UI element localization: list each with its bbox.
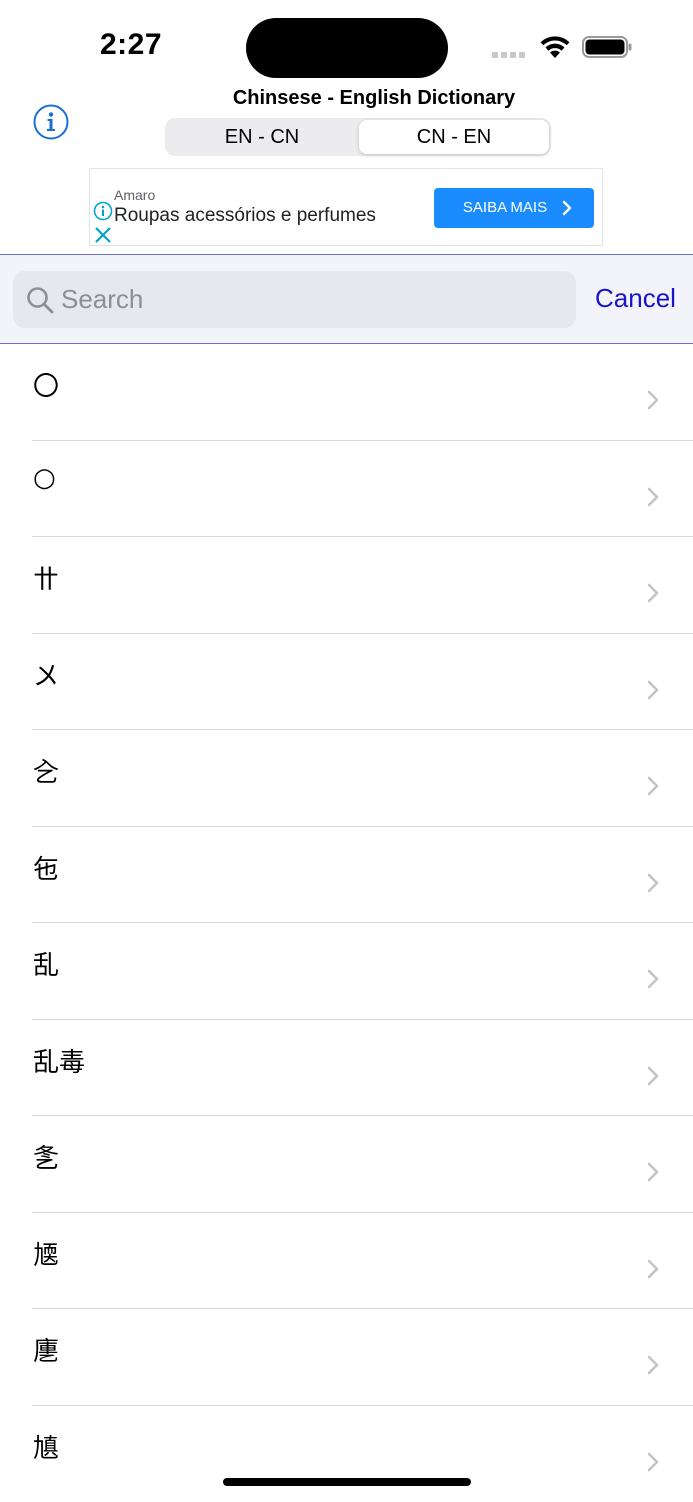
home-indicator[interactable] [223, 1478, 471, 1486]
ad-text: Roupas acessórios e perfumes [114, 205, 376, 227]
list-item[interactable]: 㐌 [0, 827, 693, 924]
list-item[interactable]: 乱毒 [0, 1020, 693, 1117]
chevron-right-icon [646, 1065, 660, 1087]
chevron-right-icon [646, 1354, 660, 1376]
search-field[interactable] [13, 271, 576, 328]
list-item[interactable]: 乱 [0, 923, 693, 1020]
dynamic-island [246, 18, 448, 78]
chevron-right-icon [646, 872, 660, 894]
app-title: Chinsese - English Dictionary [164, 87, 584, 110]
list-item[interactable]: 〹 [0, 537, 693, 634]
word-list: 〇 ○ 〹 〤 㐈 㐌 乱 乱毒 㐑 㐡 [0, 344, 693, 1502]
ad-info-icon[interactable] [93, 201, 113, 221]
list-item-label: 㐈 [33, 752, 59, 789]
list-item-label: 〤 [33, 656, 59, 693]
list-item-label: 㐌 [33, 849, 59, 886]
list-item[interactable]: 㐑 [0, 1116, 693, 1213]
list-item-label: 〹 [33, 559, 59, 596]
cellular-signal-icon [492, 50, 528, 58]
segment-cn-en[interactable]: CN - EN [359, 120, 549, 154]
list-item[interactable]: 㐤 [0, 1406, 693, 1502]
language-segmented-control[interactable]: EN - CN CN - EN [165, 118, 551, 156]
ad-cta-button[interactable]: SAIBA MAIS [434, 188, 594, 228]
ad-close-icon[interactable] [93, 225, 113, 245]
search-icon [26, 286, 54, 314]
segment-en-cn[interactable]: EN - CN [167, 120, 357, 154]
ad-brand: Amaro [114, 187, 155, 203]
list-item[interactable]: 㐡 [0, 1213, 693, 1310]
list-item-label: 㐣 [33, 1331, 59, 1368]
info-icon[interactable] [32, 103, 70, 141]
chevron-right-icon [646, 1161, 660, 1183]
list-item[interactable]: 㐣 [0, 1309, 693, 1406]
chevron-right-icon [646, 679, 660, 701]
ad-cta-label: SAIBA MAIS [463, 199, 547, 216]
list-item-label: 乱 [33, 945, 59, 982]
chevron-right-icon [646, 389, 660, 411]
list-item-label: ○ [33, 463, 56, 493]
list-item[interactable]: 㐈 [0, 730, 693, 827]
chevron-right-icon [646, 486, 660, 508]
list-item-label: 㐡 [33, 1235, 59, 1272]
search-bar: Cancel [0, 254, 693, 344]
chevron-right-icon [562, 200, 572, 216]
battery-icon [582, 36, 632, 58]
status-time: 2:27 [100, 28, 162, 62]
chevron-right-icon [646, 968, 660, 990]
search-input[interactable] [61, 271, 561, 328]
chevron-right-icon [646, 582, 660, 604]
list-item[interactable]: ○ [0, 441, 693, 538]
list-item-label: 㐑 [33, 1138, 59, 1175]
list-item-label: 乱毒 [33, 1042, 85, 1079]
wifi-icon [538, 34, 572, 60]
chevron-right-icon [646, 1451, 660, 1473]
ad-banner[interactable]: Amaro Roupas acessórios e perfumes SAIBA… [89, 168, 603, 246]
list-item[interactable]: 〤 [0, 634, 693, 731]
list-item[interactable]: 〇 [0, 344, 693, 441]
chevron-right-icon [646, 1258, 660, 1280]
list-item-label: 〇 [33, 366, 59, 403]
chevron-right-icon [646, 775, 660, 797]
cancel-button[interactable]: Cancel [595, 283, 676, 314]
list-item-label: 㐤 [33, 1428, 59, 1465]
status-bar: 2:27 [0, 0, 693, 90]
